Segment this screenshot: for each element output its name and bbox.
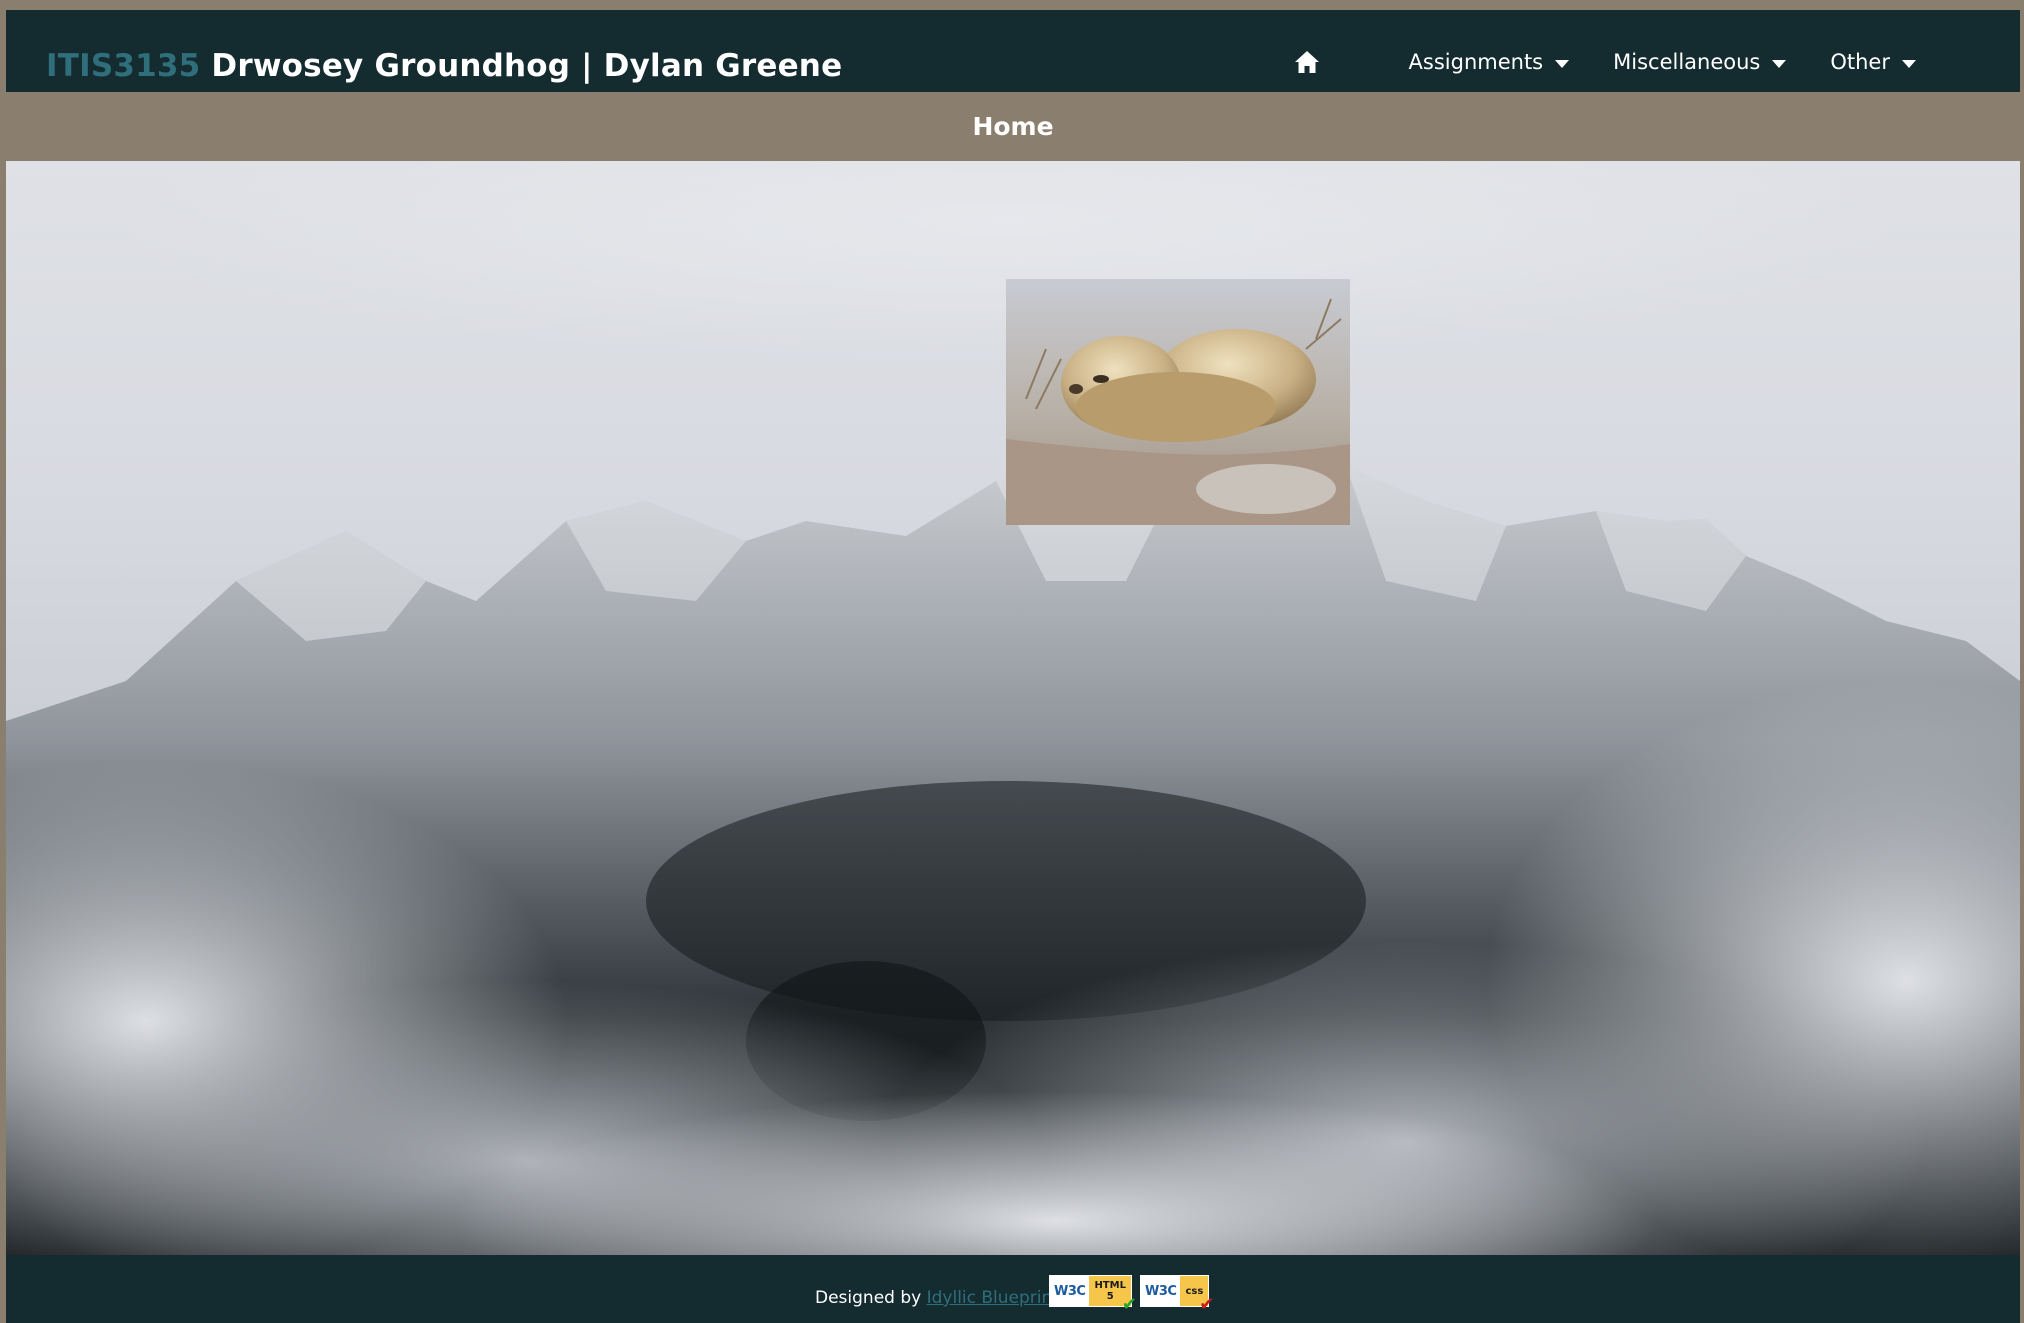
designed-by-text: Designed by (815, 1288, 922, 1308)
checkmark-icon: ✔ (1199, 1294, 1215, 1315)
nav-other-dropdown[interactable]: Other (1816, 34, 1930, 90)
nav-miscellaneous-dropdown[interactable]: Miscellaneous (1599, 34, 1800, 90)
caret-down-icon (1555, 60, 1570, 68)
footer-credit: Designed by Idyllic Blueprint (815, 1288, 1059, 1308)
site-brand[interactable]: ITIS3135 Drwosey Groundhog | Dylan Green… (46, 48, 842, 84)
page-frame: ITIS3135 Drwosey Groundhog | Dylan Green… (6, 10, 2020, 1323)
nav-miscellaneous-label: Miscellaneous (1613, 50, 1761, 74)
w3c-logo: W3C (1141, 1276, 1181, 1306)
nav-home-link[interactable] (1277, 34, 1337, 90)
badge-kind-html: HTML (1094, 1280, 1126, 1291)
course-code: ITIS3135 (46, 48, 201, 84)
main-navigation: Assignments Miscellaneous Other (1277, 34, 1930, 90)
nav-assignments-dropdown[interactable]: Assignments (1395, 34, 1584, 90)
groundhog-illustration (1006, 279, 1350, 525)
nav-other-label: Other (1830, 50, 1890, 74)
groundhog-photo (1006, 279, 1350, 525)
css-label: css ✔ (1180, 1276, 1214, 1314)
page-heading-bar: Home (6, 92, 2020, 161)
site-header: ITIS3135 Drwosey Groundhog | Dylan Green… (6, 10, 2020, 92)
home-icon (1294, 51, 1319, 73)
caret-down-icon (1772, 60, 1787, 68)
w3c-logo: W3C (1050, 1276, 1090, 1306)
w3c-html5-badge[interactable]: W3C HTML 5 ✔ (1049, 1275, 1137, 1314)
nav-assignments-label: Assignments (1408, 50, 1544, 74)
hero-mountain-image (6, 161, 2020, 1255)
html5-label: HTML 5 ✔ (1089, 1276, 1137, 1314)
caret-down-icon (1902, 60, 1916, 68)
badge-version: 5 (1106, 1291, 1114, 1302)
w3c-css-badge[interactable]: W3C css ✔ (1140, 1275, 1214, 1314)
site-footer: Designed by Idyllic Blueprint W3C HTML 5… (6, 1255, 2020, 1323)
page-title: Home (972, 112, 1054, 141)
checkmark-icon: ✔ (1121, 1294, 1137, 1315)
site-title: Drwosey Groundhog | Dylan Greene (211, 48, 843, 84)
designer-link[interactable]: Idyllic Blueprint (927, 1288, 1059, 1308)
